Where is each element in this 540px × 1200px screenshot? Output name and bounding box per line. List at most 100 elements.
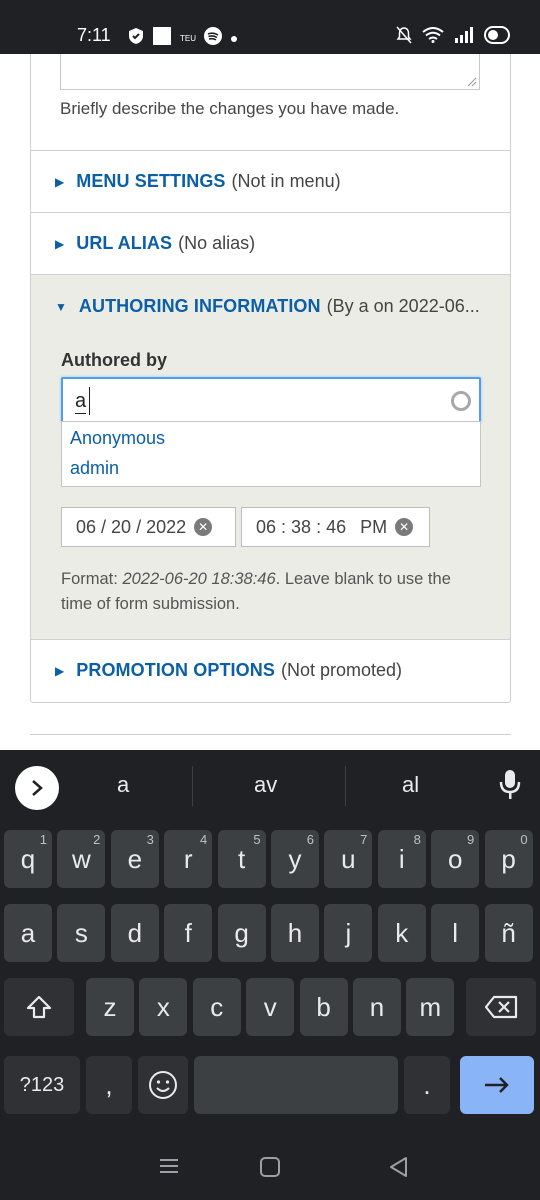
- microphone-icon[interactable]: [499, 768, 521, 807]
- authored-on-date-input[interactable]: 06 / 20 / 2022 ✕: [61, 507, 236, 547]
- url-alias-title[interactable]: URL ALIAS: [76, 233, 172, 254]
- key-r[interactable]: 4r: [164, 830, 213, 888]
- back-icon[interactable]: [388, 1156, 408, 1183]
- key-q[interactable]: 1q: [4, 830, 52, 888]
- autocomplete-option-anonymous[interactable]: Anonymous: [70, 428, 165, 449]
- authored-by-label: Authored by: [61, 350, 167, 370]
- authoring-information-title[interactable]: AUTHORING INFORMATION: [79, 296, 321, 317]
- key-t[interactable]: 5t: [217, 830, 266, 888]
- key-x[interactable]: x: [139, 978, 188, 1036]
- time-minute[interactable]: 38: [291, 517, 311, 538]
- key-d[interactable]: d: [110, 904, 159, 962]
- key-y[interactable]: 6y: [271, 830, 319, 888]
- emoji-key[interactable]: [138, 1056, 188, 1114]
- node-edit-form: Briefly describe the changes you have ma…: [0, 54, 540, 750]
- symbols-key[interactable]: ?123: [4, 1056, 80, 1114]
- bell-off-icon: [396, 26, 412, 49]
- key-w[interactable]: 2w: [57, 830, 106, 888]
- promotion-options-summary[interactable]: ▶ PROMOTION OPTIONS (Not promoted): [55, 660, 402, 681]
- authored-by-input[interactable]: a: [61, 377, 481, 423]
- recent-apps-icon[interactable]: [160, 1158, 178, 1179]
- shield-icon: [128, 27, 144, 50]
- expand-triangle-icon: ▶: [55, 174, 65, 189]
- enter-key[interactable]: [460, 1056, 534, 1114]
- key-a[interactable]: a: [4, 904, 52, 962]
- key-label: y: [288, 843, 302, 874]
- authoring-information-status: (By a on 2022-06...: [326, 296, 480, 316]
- comma-key[interactable]: ,: [86, 1056, 132, 1114]
- key-b[interactable]: b: [299, 978, 348, 1036]
- authoring-information-section: ▼ AUTHORING INFORMATION (By a on 2022-06…: [30, 274, 511, 640]
- time-ampm[interactable]: PM: [360, 517, 387, 538]
- key-g[interactable]: g: [217, 904, 266, 962]
- key-label: o: [447, 843, 463, 874]
- soft-keyboard: a av al 1q2w3e4r5t6y7u8i9o0p asdfghjklñ …: [0, 750, 540, 1200]
- promotion-options-section[interactable]: ▶ PROMOTION OPTIONS (Not promoted): [30, 639, 511, 703]
- suggestion-divider: [345, 766, 346, 806]
- key-number-hint: 9: [466, 832, 475, 847]
- autocomplete-option-admin[interactable]: admin: [70, 458, 119, 479]
- autocomplete-dropdown: Anonymous admin: [61, 421, 481, 487]
- key-j[interactable]: j: [324, 904, 373, 962]
- time-second[interactable]: 46: [326, 517, 346, 538]
- suggestion-2[interactable]: av: [254, 772, 277, 798]
- dot-icon: [230, 30, 238, 48]
- suggestion-1[interactable]: a: [117, 772, 129, 798]
- key-h[interactable]: h: [271, 904, 319, 962]
- expand-toolbar-button[interactable]: [15, 766, 59, 810]
- date-year[interactable]: 2022: [146, 517, 186, 538]
- key-number-hint: 1: [39, 832, 47, 847]
- key-ñ[interactable]: ñ: [484, 904, 533, 962]
- resize-handle-icon[interactable]: [467, 77, 477, 87]
- key-l[interactable]: l: [431, 904, 480, 962]
- clear-date-icon[interactable]: ✕: [194, 518, 213, 536]
- key-u[interactable]: 7u: [324, 830, 373, 888]
- chevron-right-icon: [32, 780, 43, 796]
- text-caret: [89, 387, 90, 415]
- key-o[interactable]: 9o: [431, 830, 480, 888]
- key-label: w: [72, 843, 91, 874]
- key-s[interactable]: s: [57, 904, 106, 962]
- key-k[interactable]: k: [377, 904, 426, 962]
- menu-settings-title[interactable]: MENU SETTINGS: [76, 171, 225, 192]
- battery-icon: [484, 26, 510, 49]
- home-icon[interactable]: [260, 1157, 280, 1182]
- revision-log-textarea[interactable]: [60, 54, 480, 90]
- key-label: p: [501, 843, 516, 874]
- key-number-hint: 4: [199, 832, 208, 847]
- shift-key[interactable]: [4, 978, 74, 1036]
- key-i[interactable]: 8i: [377, 830, 426, 888]
- menu-settings-summary[interactable]: ▶ MENU SETTINGS (Not in menu): [55, 171, 341, 192]
- key-n[interactable]: n: [353, 978, 401, 1036]
- key-number-hint: 3: [146, 832, 154, 847]
- key-label: r: [183, 843, 193, 874]
- date-month[interactable]: 06: [76, 517, 96, 538]
- clear-time-icon[interactable]: ✕: [395, 518, 414, 536]
- key-number-hint: 0: [520, 832, 528, 847]
- suggestion-3[interactable]: al: [402, 772, 419, 798]
- revision-log-description: Briefly describe the changes you have ma…: [60, 99, 400, 118]
- time-hour[interactable]: 06: [256, 517, 276, 538]
- url-alias-section[interactable]: ▶ URL ALIAS (No alias): [30, 212, 511, 275]
- url-alias-summary[interactable]: ▶ URL ALIAS (No alias): [55, 233, 255, 254]
- key-f[interactable]: f: [164, 904, 213, 962]
- key-number-hint: 6: [306, 832, 314, 847]
- space-key[interactable]: [194, 1056, 398, 1114]
- key-c[interactable]: c: [192, 978, 241, 1036]
- key-z[interactable]: z: [86, 978, 134, 1036]
- key-label: u: [341, 843, 356, 874]
- date-day[interactable]: 20: [111, 517, 131, 538]
- menu-settings-status: (Not in menu): [231, 171, 341, 191]
- promotion-options-title[interactable]: PROMOTION OPTIONS: [76, 660, 275, 681]
- key-p[interactable]: 0p: [484, 830, 533, 888]
- spotify-icon: [204, 27, 222, 50]
- backspace-key[interactable]: [466, 978, 536, 1036]
- menu-settings-section[interactable]: ▶ MENU SETTINGS (Not in menu): [30, 150, 511, 213]
- authored-on-time-input[interactable]: 06 : 38 : 46 PM ✕: [241, 507, 430, 547]
- key-m[interactable]: m: [406, 978, 455, 1036]
- period-key[interactable]: .: [404, 1056, 450, 1114]
- authored-on-description: Format: 2022-06-20 18:38:46. Leave blank…: [61, 570, 451, 613]
- key-e[interactable]: 3e: [110, 830, 159, 888]
- authoring-information-summary[interactable]: ▼ AUTHORING INFORMATION (By a on 2022-06…: [55, 296, 480, 317]
- key-v[interactable]: v: [246, 978, 295, 1036]
